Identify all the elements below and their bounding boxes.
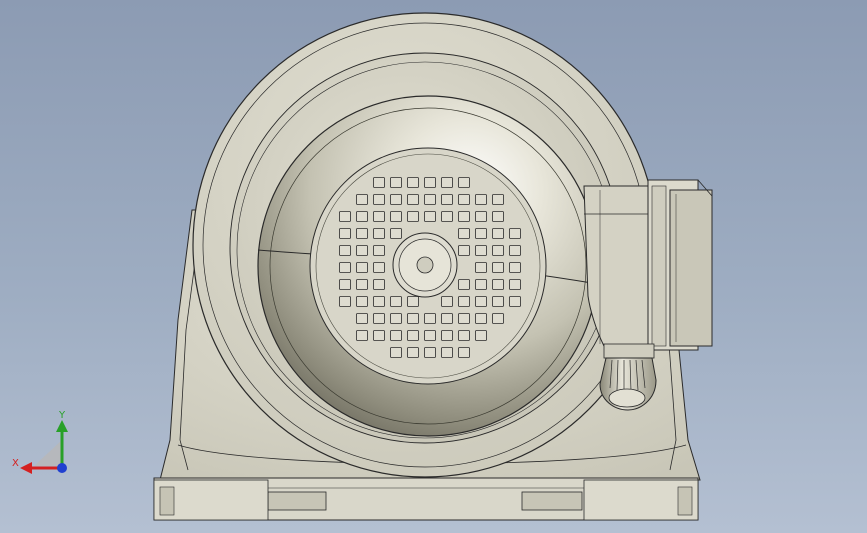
vent-hole [509,296,521,307]
vent-hole [424,194,436,205]
vent-hole [407,313,419,324]
vent-hole [441,177,453,188]
vent-hole [441,330,453,341]
vent-hole [424,313,436,324]
vent-hole [373,194,385,205]
vent-hole [424,347,436,358]
vent-hole [441,194,453,205]
y-axis-label: Y [58,410,66,421]
vent-hole [492,262,504,273]
vent-hole [390,228,402,239]
vent-hole [356,211,368,222]
vent-hole [492,313,504,324]
vent-hole [458,347,470,358]
vent-hole [475,228,487,239]
vent-hole [509,228,521,239]
vent-hole [407,296,419,307]
vent-hole [475,279,487,290]
vent-hole [458,279,470,290]
vent-hole [475,330,487,341]
vent-hole [492,194,504,205]
motor-model[interactable] [0,0,867,533]
vent-hole [492,296,504,307]
vent-hole [475,245,487,256]
vent-hole [390,347,402,358]
vent-hole [356,245,368,256]
vent-hole [475,313,487,324]
vent-hole [475,296,487,307]
vent-hole [356,279,368,290]
vent-hole [407,211,419,222]
vent-hole [356,313,368,324]
vent-hole [492,211,504,222]
vent-hole [492,228,504,239]
vent-hole [424,177,436,188]
vent-hole [458,245,470,256]
vent-hole [424,211,436,222]
vent-hole [441,296,453,307]
vent-hole [356,330,368,341]
vent-hole [373,296,385,307]
vent-hole [356,296,368,307]
axis-triad: Y X [12,410,68,474]
vent-hole [390,313,402,324]
vent-hole [339,211,351,222]
cad-viewport[interactable]: Y X [0,0,867,533]
vent-hole [407,177,419,188]
vent-hole [475,211,487,222]
vent-hole [373,279,385,290]
vent-hole [492,245,504,256]
vent-hole [390,330,402,341]
foot-slot-left [267,491,327,511]
terminal-box-body [583,185,649,347]
vent-hole [339,228,351,239]
vent-hole [407,330,419,341]
vent-hole [373,313,385,324]
vent-hole [509,279,521,290]
vent-hole [441,347,453,358]
vent-hole [475,262,487,273]
vent-hole [492,279,504,290]
vent-hole [407,347,419,358]
vent-hole [339,245,351,256]
vent-hole [458,194,470,205]
vent-hole [373,330,385,341]
triad-plane-shade [34,440,62,466]
vent-hole [424,330,436,341]
vent-hole [373,211,385,222]
vent-hole [441,211,453,222]
cable-gland-nut [603,343,655,359]
vent-hole [390,211,402,222]
vent-hole [458,296,470,307]
vent-hole [373,245,385,256]
vent-hole [356,262,368,273]
vent-hole [458,330,470,341]
vent-hole [509,262,521,273]
vent-hole [458,228,470,239]
vent-hole [475,194,487,205]
y-axis-arrow [56,420,68,432]
x-axis-label: X [12,458,19,469]
vent-hole [356,194,368,205]
vent-hole [509,245,521,256]
vent-hole [339,279,351,290]
vent-hole [339,262,351,273]
vent-hole [373,262,385,273]
vent-hole [339,296,351,307]
x-axis-arrow [20,462,32,474]
vent-hole [390,194,402,205]
vent-hole [441,313,453,324]
vent-hole [373,228,385,239]
vent-hole [458,211,470,222]
vent-hole [390,177,402,188]
foot-slot-right [521,491,583,511]
vent-hole [407,194,419,205]
vent-hole [458,313,470,324]
vent-hole [458,177,470,188]
vent-hole [390,296,402,307]
vent-hole [356,228,368,239]
vent-hole [373,177,385,188]
z-axis-dot [57,463,67,473]
